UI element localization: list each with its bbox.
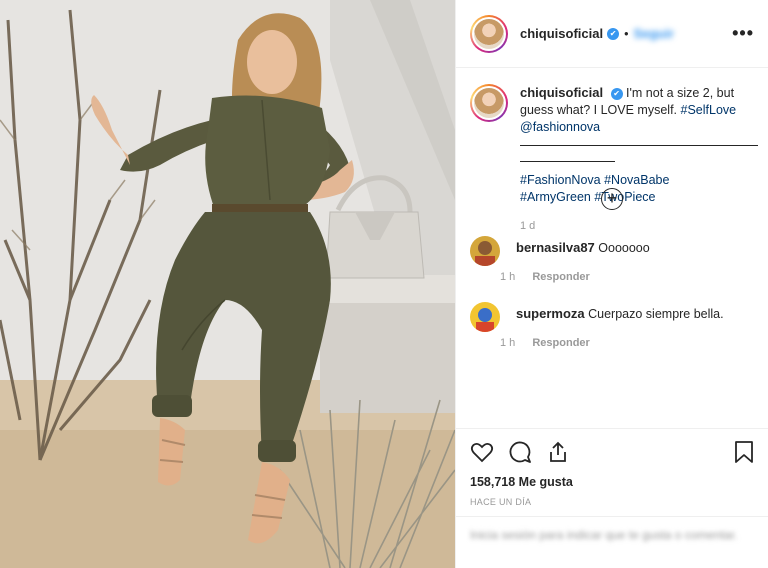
hashtag-link[interactable]: #ArmyGreen bbox=[520, 190, 591, 204]
avatar-image bbox=[474, 18, 504, 49]
post-actions: 158,718 Me gusta HACE UN DÍA bbox=[456, 428, 768, 507]
posted-time: HACE UN DÍA bbox=[470, 497, 532, 507]
post-side-panel: chiquisoficial ✔ • Seguir ••• chiquisofi… bbox=[455, 0, 768, 568]
action-icons bbox=[470, 439, 755, 465]
post-header: chiquisoficial ✔ • Seguir ••• bbox=[456, 0, 768, 68]
follow-button[interactable]: Seguir bbox=[633, 26, 673, 41]
comment-time: 1 h bbox=[500, 337, 516, 349]
comment-bubble-icon[interactable] bbox=[508, 440, 532, 464]
share-icon[interactable] bbox=[546, 440, 570, 464]
login-to-comment-prompt[interactable]: Inicia sesión para indicar que te gusta … bbox=[456, 516, 768, 568]
divider-line bbox=[520, 136, 758, 146]
comment-username[interactable]: supermoza bbox=[516, 306, 585, 321]
like-heart-icon[interactable] bbox=[470, 440, 494, 464]
separator-dot: • bbox=[624, 26, 629, 41]
hashtag-link[interactable]: #SelfLove bbox=[681, 103, 737, 117]
caption-avatar[interactable] bbox=[470, 84, 508, 122]
comment-text: Cuerpazo siempre bella. bbox=[588, 307, 724, 321]
comment-item: supermoza Cuerpazo siempre bella. 1 h Re… bbox=[470, 302, 760, 349]
profile-avatar[interactable] bbox=[470, 14, 508, 53]
photo-illustration bbox=[0, 0, 455, 568]
likes-count[interactable]: 158,718 Me gusta bbox=[470, 475, 755, 489]
header-username[interactable]: chiquisoficial bbox=[520, 26, 603, 41]
commenter-avatar[interactable] bbox=[470, 302, 500, 332]
caption-username[interactable]: chiquisoficial bbox=[520, 85, 603, 100]
reply-button[interactable]: Responder bbox=[532, 337, 589, 349]
comment-text: Ooooooo bbox=[598, 241, 650, 255]
caption-body: chiquisoficial ✔ I'm not a size 2, but g… bbox=[520, 84, 758, 235]
instagram-post: chiquisoficial ✔ • Seguir ••• chiquisofi… bbox=[0, 0, 768, 568]
load-more-comments-icon[interactable]: + bbox=[601, 188, 623, 210]
more-options-icon[interactable]: ••• bbox=[732, 23, 754, 44]
post-caption: chiquisoficial ✔ I'm not a size 2, but g… bbox=[470, 84, 760, 235]
caption-time: 1 d bbox=[520, 220, 536, 232]
add-comment-text: Inicia sesión para indicar que te gusta … bbox=[470, 528, 738, 542]
post-photo[interactable] bbox=[0, 0, 455, 568]
reply-button[interactable]: Responder bbox=[532, 271, 589, 283]
hashtag-link[interactable]: #NovaBabe bbox=[604, 173, 669, 187]
comment-time: 1 h bbox=[500, 271, 516, 283]
mention-link[interactable]: @fashionnova bbox=[520, 120, 600, 134]
hashtag-link[interactable]: #FashionNova bbox=[520, 173, 601, 187]
comment-username[interactable]: bernasilva87 bbox=[516, 240, 595, 255]
verified-icon: ✔ bbox=[607, 27, 620, 40]
bookmark-icon[interactable] bbox=[733, 440, 755, 464]
comment-item: bernasilva87 Ooooooo 1 h Responder bbox=[470, 236, 760, 283]
verified-icon: ✔ bbox=[610, 88, 623, 100]
caption-hashtags: #FashionNova #NovaBabe #ArmyGreen #TwoPi… bbox=[520, 172, 758, 206]
divider-line bbox=[520, 152, 615, 162]
commenter-avatar[interactable] bbox=[470, 236, 500, 266]
